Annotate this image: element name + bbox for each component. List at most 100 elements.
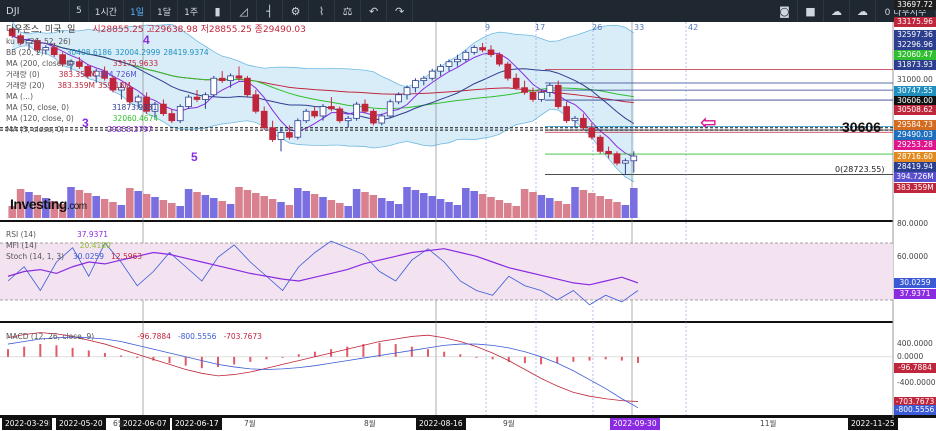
legend-row: 거래량 (0) 383.359M 394.726M xyxy=(6,69,306,80)
logo-suffix: .com xyxy=(66,201,87,212)
axis-value-label: 400.0000 xyxy=(897,339,933,348)
macd-histogram-bar xyxy=(200,356,203,369)
axis-value-label: 29584.73 xyxy=(894,120,936,130)
macd-legend-name: MACD (12, 26, close, 9) xyxy=(6,332,95,341)
volume-bar xyxy=(588,193,596,218)
bar-icon[interactable]: ┤ xyxy=(257,0,284,22)
macd-histogram-bar xyxy=(620,356,623,361)
volume-bar xyxy=(520,189,529,218)
axis-value-label: 31000.00 xyxy=(897,75,933,84)
gear-icon[interactable]: ⚙ xyxy=(283,0,310,22)
fib-level-label: 0(28723.55) xyxy=(835,165,885,174)
date-label: 2022-05-20 xyxy=(56,418,106,430)
macd-histogram-bar xyxy=(313,351,316,357)
macd-legend: MACD (12, 26, close, 9) -96.7884 -800.55… xyxy=(6,331,262,342)
indicator-icon[interactable]: ⌇ xyxy=(309,0,336,22)
interval-1d-button[interactable]: 1일 xyxy=(124,0,152,22)
candle-body xyxy=(344,117,352,122)
volume-bar xyxy=(420,193,428,218)
axis-value-label: 29253.28 xyxy=(894,140,936,150)
macd-histogram-bar xyxy=(120,355,123,357)
legend-row-value: 359.18M xyxy=(97,81,131,90)
axis-value-label: 0.0000 xyxy=(897,352,924,361)
macd-legend-macd: -703.7673 xyxy=(223,332,262,341)
macd-histogram-bar xyxy=(71,347,74,357)
legend-ohlc: 시28855.25 고29638.98 저28855.25 종29490.03 xyxy=(92,25,306,35)
legend-row: MA (200, close, 0) 33175.9633 xyxy=(6,58,306,69)
legend-row-name: 거래량 (0) xyxy=(6,70,40,79)
volume-bar xyxy=(302,191,310,218)
candle-body xyxy=(630,155,638,162)
macd-histogram-bar xyxy=(249,356,252,362)
legend-row: ku (9, 26, 52, 26) xyxy=(6,36,306,47)
volume-bar xyxy=(378,198,386,218)
candle-body xyxy=(328,106,335,110)
volume-bar xyxy=(487,197,495,218)
cloud-download-icon[interactable]: ☁ xyxy=(824,0,850,22)
undo-icon[interactable]: ↶ xyxy=(361,0,388,22)
wave-count-label: 17 xyxy=(535,23,546,32)
volume-bar xyxy=(226,204,235,218)
volume-bar xyxy=(529,192,537,218)
legend-title: 다우존스, 미국, 일 xyxy=(6,25,76,35)
interval-1w-button[interactable]: 1주 xyxy=(178,0,206,22)
stoch-legend-row: Stoch (14, 1, 3) 30.0259 12.5963 xyxy=(6,251,142,262)
macd-histogram-bar xyxy=(394,344,397,357)
redo-icon[interactable]: ↷ xyxy=(387,0,414,22)
camera-icon[interactable]: ◙ xyxy=(772,0,798,22)
legend-row-value: 30408.6186 xyxy=(66,48,112,57)
volume-bar xyxy=(428,196,436,218)
legend-row: MA (50, close, 0) 31873.9331 xyxy=(6,102,306,113)
volume-bar xyxy=(268,199,277,218)
candle-body xyxy=(563,106,570,122)
symbol-input[interactable]: DJI xyxy=(0,0,70,22)
month-label: 7월 xyxy=(244,419,256,428)
axis-value-label: 37.9371 xyxy=(894,289,936,299)
date-label: 2022-08-16 xyxy=(416,418,466,430)
oscillator-legend: RSI (14) 37.9371 MFI (14) 20.4180 Stoch … xyxy=(6,229,142,262)
legend-row: BB (20, 2) 30408.6186 32004.2999 28419.9… xyxy=(6,47,306,58)
macd-histogram-bar xyxy=(475,356,478,358)
wave-count-label: 42 xyxy=(688,23,699,32)
candle-body xyxy=(622,160,629,164)
macd-histogram-bar xyxy=(362,344,365,357)
volume-bar xyxy=(151,197,159,218)
interval-5-button[interactable]: 5 xyxy=(70,0,89,22)
macd-histogram-bar xyxy=(459,354,462,357)
color-icon[interactable]: ■ xyxy=(798,0,824,22)
volume-bar xyxy=(394,204,403,218)
scale-icon[interactable]: ⚖ xyxy=(335,0,362,22)
month-label: 3 xyxy=(46,419,51,428)
wave-label-4: 4 xyxy=(143,33,150,47)
candle-body xyxy=(605,150,612,155)
volume-bar xyxy=(344,206,352,218)
rsi-legend-name: RSI (14) xyxy=(6,230,36,239)
volume-bar xyxy=(252,193,260,218)
candle-body xyxy=(496,54,503,65)
interval-1h-button[interactable]: 1시간 xyxy=(89,0,125,22)
axis-value-label: -800.5556 xyxy=(894,405,936,415)
axis-value-label: 383.359M xyxy=(894,183,936,193)
legend-row-name: BB (20, 2) xyxy=(6,48,44,57)
area-icon[interactable]: ◿ xyxy=(231,0,258,22)
candle-icon[interactable]: ▮ xyxy=(205,0,232,22)
volume-bar xyxy=(117,205,126,218)
date-label: 2022-06-07 xyxy=(120,418,170,430)
stoch-legend-name: Stoch (14, 1, 3) xyxy=(6,252,65,261)
candle-body xyxy=(428,70,436,79)
axis-value-label: 28716.60 xyxy=(894,152,936,162)
volume-bar xyxy=(92,196,100,218)
legend-row-value: 31873.9331 xyxy=(112,103,158,112)
month-label: 9월 xyxy=(503,419,515,428)
volume-bar xyxy=(470,191,478,218)
volume-bar xyxy=(554,201,562,218)
legend-row-name: MA (50, close, 0) xyxy=(6,103,70,112)
rsi-legend-value: 37.9371 xyxy=(76,230,108,239)
cloud-upload-icon[interactable]: ☁ xyxy=(850,0,876,22)
legend-row-value: 28419.9374 xyxy=(163,48,209,57)
candle-body xyxy=(370,110,377,124)
volume-bar xyxy=(579,190,588,218)
stoch-legend-d: 12.5963 xyxy=(111,252,143,261)
legend-row-value: 32060.4674 xyxy=(112,114,159,123)
interval-1m-button[interactable]: 1달 xyxy=(151,0,179,22)
